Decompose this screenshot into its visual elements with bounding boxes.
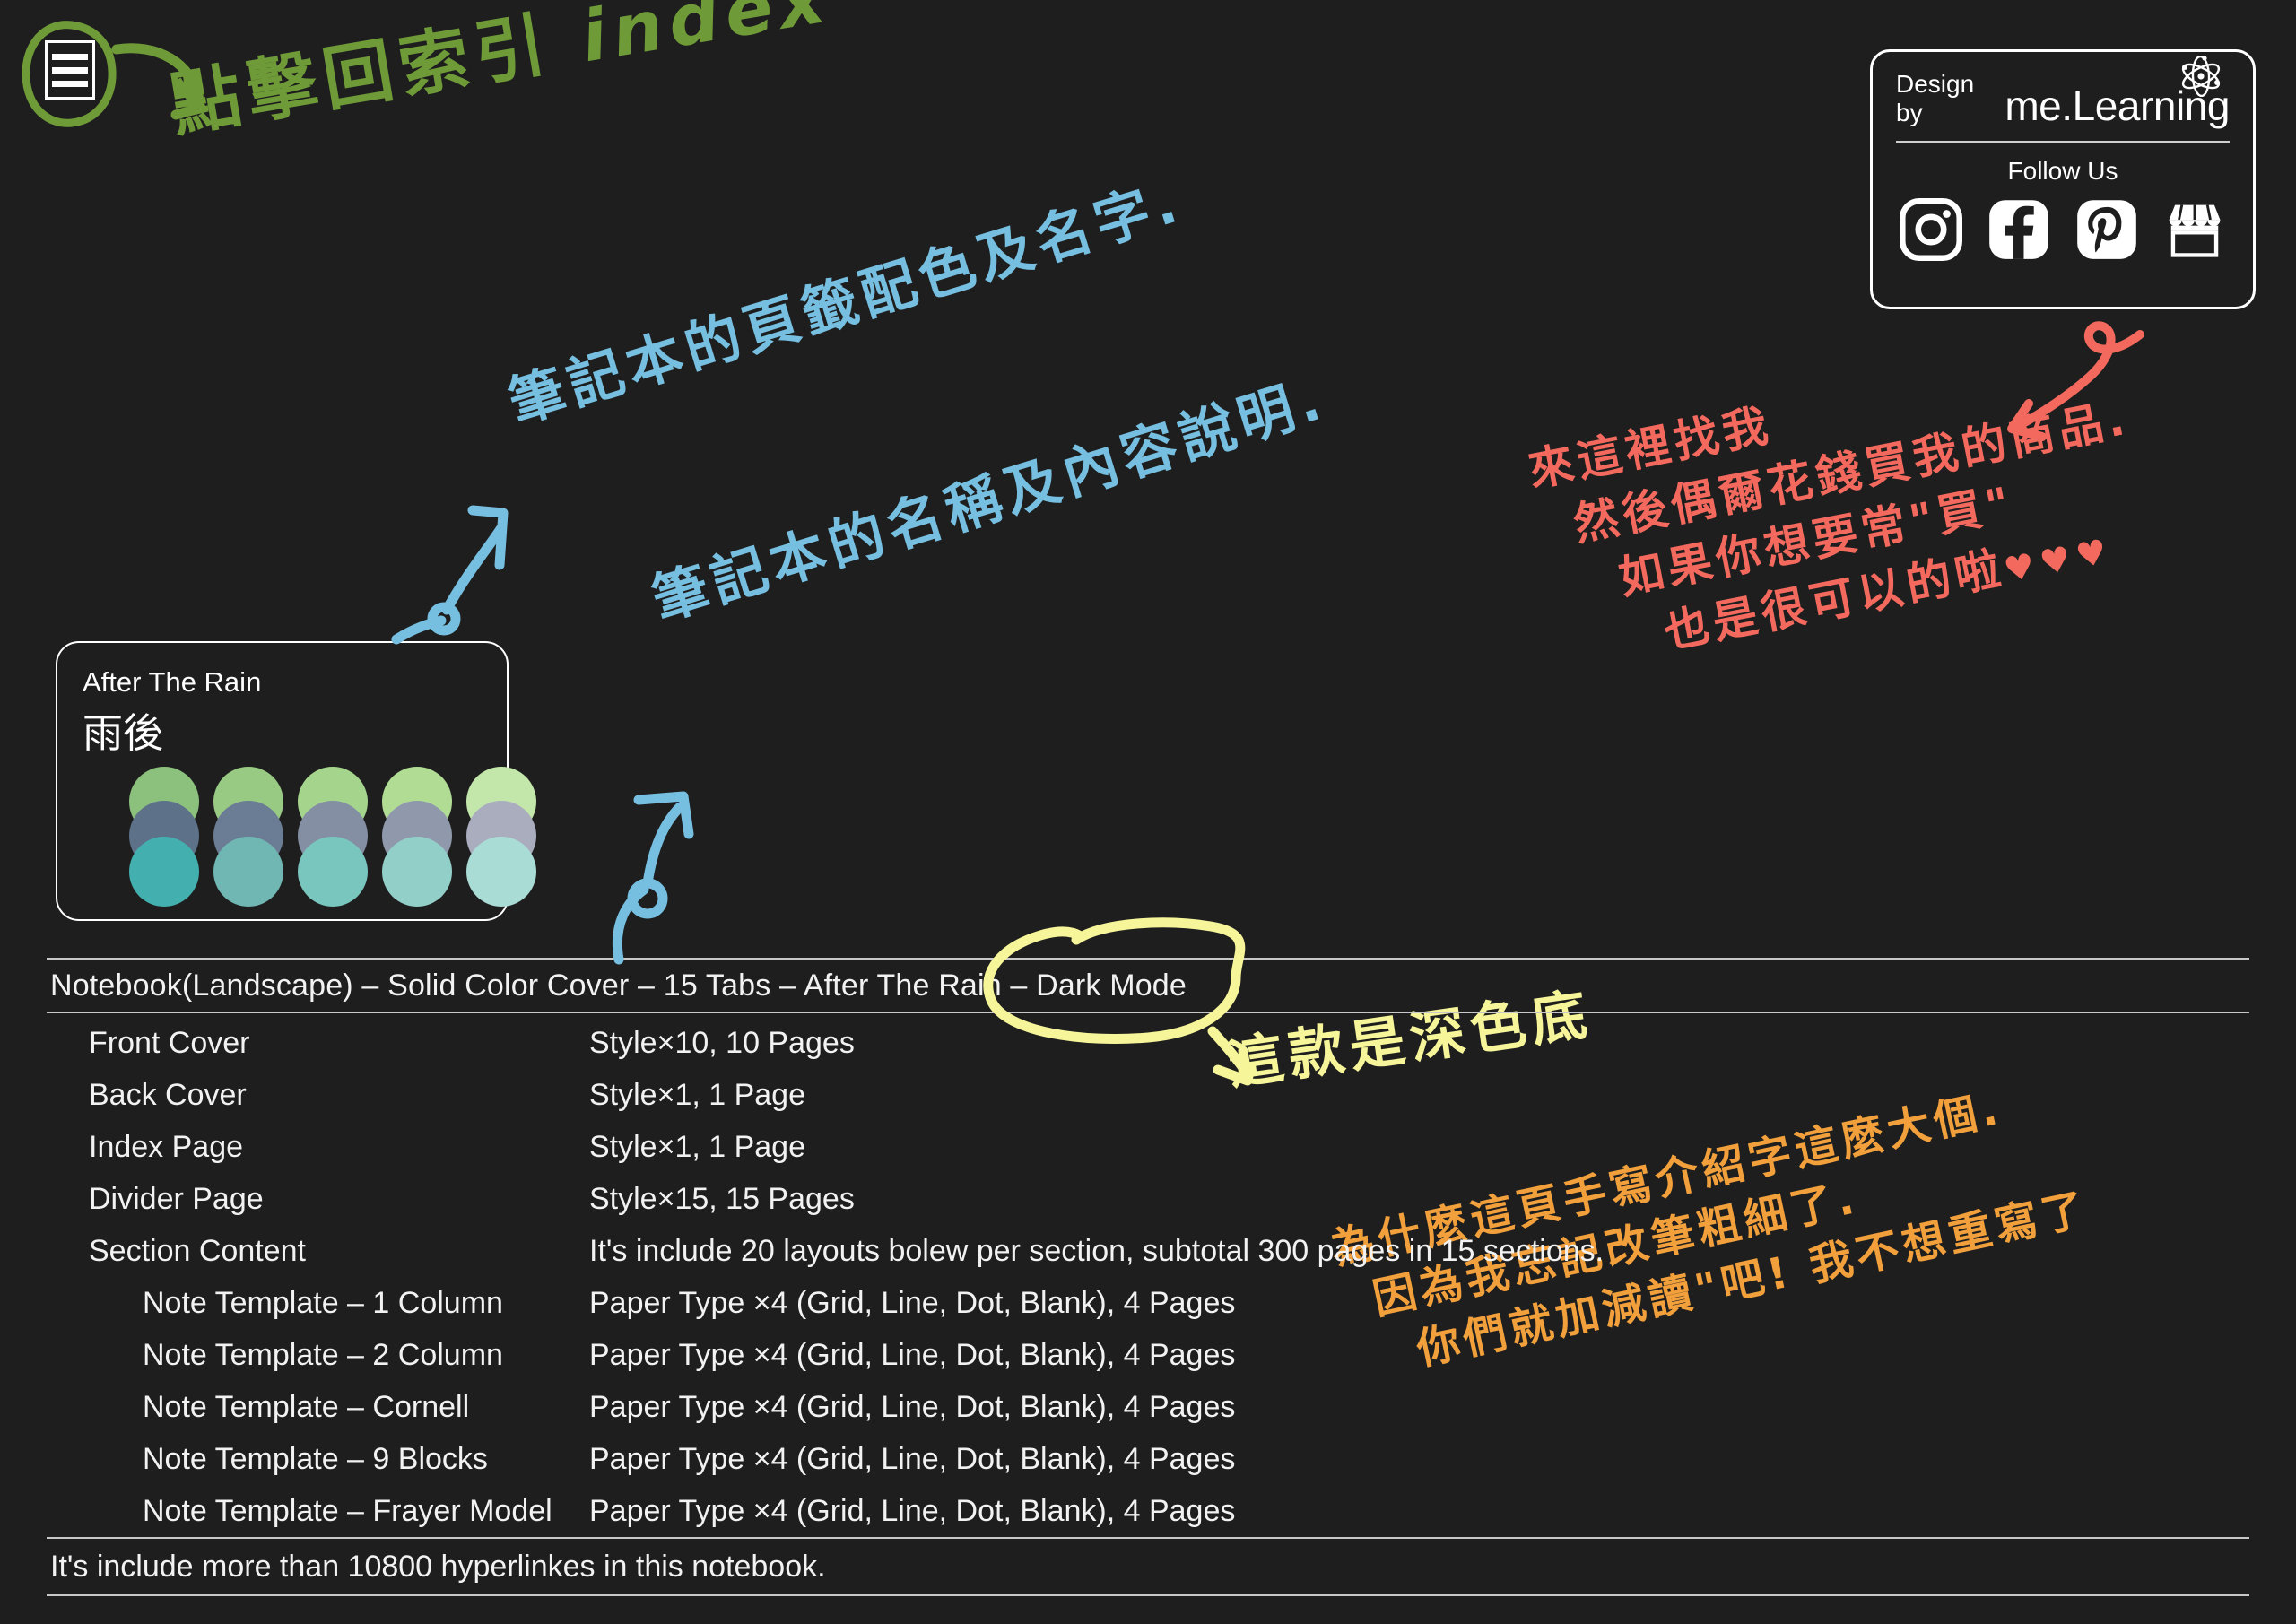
annotation-green-zh: 點擊回索引: [165, 0, 589, 147]
follow-us-label: Follow Us: [2007, 157, 2118, 185]
spec-row-value: Paper Type ×4 (Grid, Line, Dot, Blank), …: [589, 1442, 1236, 1476]
spec-row-key: Section Content: [89, 1234, 306, 1268]
spec-row-value: Paper Type ×4 (Grid, Line, Dot, Blank), …: [589, 1390, 1236, 1424]
palette-swatch-column: [298, 767, 368, 910]
storefront-icon[interactable]: [2163, 198, 2226, 261]
pinterest-icon[interactable]: [2075, 198, 2138, 261]
hamburger-bar-icon: [52, 66, 88, 74]
spec-row: Index Page Style×1, 1 Page: [47, 1121, 2249, 1173]
spec-row: Section Content It's include 20 layouts b…: [47, 1225, 2249, 1277]
annotation-red-line-4-text: 也是很可以的啦: [1659, 541, 2009, 658]
spec-row-value: Style×1, 1 Page: [589, 1130, 806, 1164]
spec-footer-rule: [47, 1594, 2249, 1596]
spec-row: Note Template – 2 Column Paper Type ×4 (G…: [47, 1329, 2249, 1381]
blue-arrow-one-icon: [391, 505, 509, 645]
palette-swatch-column: [382, 767, 452, 910]
notebook-spec-table: Notebook(Landscape) – Solid Color Cover …: [47, 958, 2249, 1596]
spec-row-value: Paper Type ×4 (Grid, Line, Dot, Blank), …: [589, 1286, 1236, 1320]
spec-row-key: Note Template – Frayer Model: [143, 1494, 552, 1528]
palette-swatch-group: [129, 767, 536, 910]
spec-row: Back Cover Style×1, 1 Page: [47, 1069, 2249, 1121]
palette-swatch-dot: [466, 837, 536, 907]
palette-swatch-dot: [298, 837, 368, 907]
palette-swatch-dot: [213, 837, 283, 907]
spec-row: Front Cover Style×10, 10 Pages: [47, 1017, 2249, 1069]
spec-row: Note Template – 1 Column Paper Type ×4 (G…: [47, 1277, 2249, 1329]
annotation-red-line-1: 來這裡找我: [1524, 398, 1777, 497]
palette-card[interactable]: After The Rain 雨後: [56, 641, 536, 921]
brand-divider: [1896, 141, 2230, 143]
red-arrow-icon: [2007, 321, 2144, 441]
annotation-red-line-3: 如果你想要常"買": [1614, 476, 2019, 604]
social-links-row: [1896, 198, 2230, 261]
palette-swatch-column: [213, 767, 283, 910]
spec-footer-note: It's include more than 10800 hyperlinkes…: [50, 1550, 826, 1584]
palette-name-zh: 雨後: [83, 710, 164, 756]
spec-row-value: Style×15, 15 Pages: [589, 1182, 855, 1216]
design-by-label: Design by: [1896, 70, 1975, 126]
annotation-green-text: 點擊回索引 index: [165, 0, 838, 147]
spec-row: Note Template – Frayer Model Paper Type ×…: [47, 1485, 2249, 1537]
brand-title-row: Design by me.Learning: [1896, 56, 2230, 141]
spec-row-list: Front Cover Style×10, 10 Pages Back Cover S…: [47, 1013, 2249, 1537]
spec-row-key: Note Template – 2 Column: [143, 1338, 503, 1372]
annotation-blue-tabs-text: 筆記本的頁籤配色及名字.: [500, 169, 1190, 436]
spec-row: Divider Page Style×15, 15 Pages: [47, 1173, 2249, 1225]
palette-swatch-column: [129, 767, 199, 910]
spec-row-value: Paper Type ×4 (Grid, Line, Dot, Blank), …: [589, 1338, 1236, 1372]
annotation-red-line-2: 然後偶爾花錢買我的商品.: [1569, 392, 2134, 551]
spec-row: Note Template – Cornell Paper Type ×4 (Gr…: [47, 1381, 2249, 1433]
spec-title: Notebook(Landscape) – Solid Color Cover …: [50, 968, 1187, 1003]
palette-swatch-dot: [129, 837, 199, 907]
facebook-icon[interactable]: [1987, 198, 2050, 261]
annotation-red-text: 來這裡找我 然後偶爾花錢買我的商品. 如果你想要常"買" 也是很可以的啦♥♥♥: [1524, 334, 2159, 690]
annotation-red-line-4: 也是很可以的啦♥♥♥: [1560, 515, 2156, 675]
spec-row-value: Style×10, 10 Pages: [589, 1026, 855, 1060]
annotation-green-en: index: [575, 0, 838, 79]
spec-row-value: Paper Type ×4 (Grid, Line, Dot, Blank), …: [589, 1494, 1236, 1528]
instagram-icon[interactable]: [1900, 198, 1962, 261]
spec-row-key: Note Template – Cornell: [143, 1390, 470, 1424]
index-menu-button[interactable]: [45, 40, 95, 100]
spec-row-key: Front Cover: [89, 1026, 250, 1060]
spec-row-key: Back Cover: [89, 1078, 247, 1112]
spec-row-key: Index Page: [89, 1130, 244, 1164]
blue-arrow-two-icon: [612, 791, 694, 965]
green-arrow-icon: [111, 43, 206, 120]
annotation-blue-content-text: 筆記本的名稱及內容說明.: [644, 366, 1334, 633]
spec-row-key: Note Template – 9 Blocks: [143, 1442, 488, 1476]
hamburger-bar-icon: [52, 80, 88, 87]
palette-name-en: After The Rain: [83, 666, 262, 698]
spec-row: Note Template – 9 Blocks Paper Type ×4 (G…: [47, 1433, 2249, 1485]
spec-row-key: Note Template – 1 Column: [143, 1286, 503, 1320]
heart-icon: ♥♥♥: [2000, 529, 2117, 590]
brand-card: Design by me.Learning Follow Us: [1870, 49, 2256, 309]
spec-row-value: It's include 20 layouts bolew per sectio…: [589, 1234, 1605, 1268]
spec-row-value: Style×1, 1 Page: [589, 1078, 806, 1112]
hamburger-bar-icon: [52, 53, 88, 60]
atom-icon: [2181, 56, 2221, 97]
spec-row-key: Divider Page: [89, 1182, 264, 1216]
palette-swatch-dot: [382, 837, 452, 907]
palette-swatch-column: [466, 767, 536, 910]
